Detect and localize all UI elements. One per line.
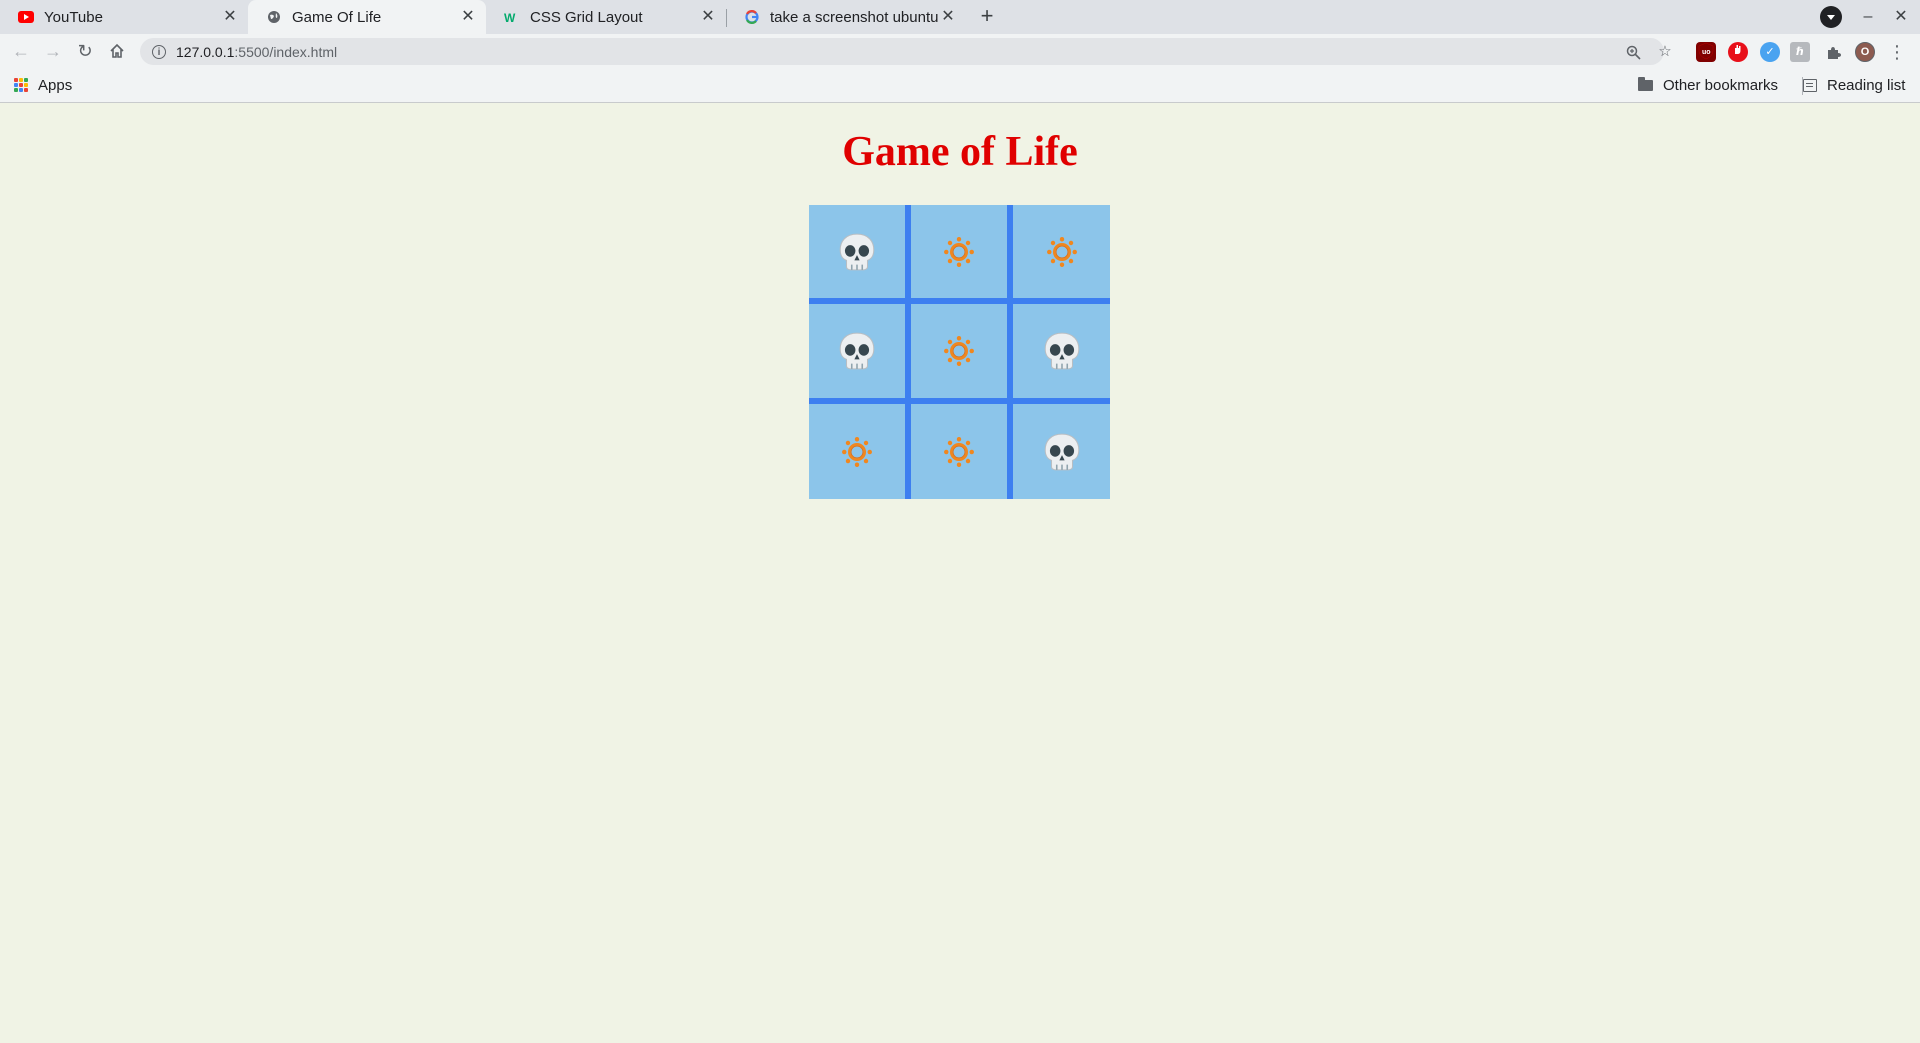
close-tab-icon[interactable]: ✕	[940, 9, 956, 25]
home-icon[interactable]	[105, 39, 129, 63]
url-host: 127.0.0.1	[176, 43, 235, 60]
url-path: :5500/index.html	[234, 43, 338, 60]
grammar-check-icon[interactable]: ✓	[1760, 42, 1780, 62]
skull-icon	[836, 231, 878, 273]
w3schools-icon: W	[504, 9, 520, 25]
info-icon[interactable]: i	[152, 44, 166, 59]
grid-cell-r2-c3[interactable]	[1013, 304, 1110, 398]
svg-text:W: W	[504, 11, 516, 23]
tab-css-grid-layout[interactable]: W CSS Grid Layout ✕	[486, 0, 726, 34]
grid-cell-r2-c2[interactable]	[911, 304, 1007, 398]
sun-icon	[840, 435, 874, 469]
grid-cell-r2-c1[interactable]	[809, 304, 905, 398]
ublock-icon[interactable]: uo	[1696, 42, 1716, 62]
sun-icon	[942, 435, 976, 469]
close-tab-icon[interactable]: ✕	[222, 9, 238, 25]
skull-icon	[836, 330, 878, 372]
tab-title: CSS Grid Layout	[530, 8, 643, 26]
apps-label: Apps	[38, 76, 73, 94]
skull-icon	[1041, 330, 1083, 372]
apps-grid-icon	[14, 78, 28, 92]
new-tab-button[interactable]: +	[974, 4, 1000, 30]
profile-avatar[interactable]: O	[1855, 42, 1875, 62]
adblock-icon[interactable]	[1728, 42, 1748, 62]
reading-list-label: Reading list	[1827, 76, 1906, 94]
google-icon	[744, 9, 760, 25]
close-tab-icon[interactable]: ✕	[460, 9, 476, 25]
back-arrow-icon[interactable]: ←	[9, 39, 33, 63]
zoom-icon[interactable]	[1622, 41, 1644, 63]
grid-cell-r3-c3[interactable]	[1013, 404, 1110, 499]
menu-kebab-icon[interactable]: ⋮	[1886, 41, 1908, 63]
extensions-puzzle-icon[interactable]	[1822, 41, 1844, 63]
reading-list[interactable]: Reading list	[1803, 68, 1905, 102]
tab-strip: YouTube ✕ Game Of Life ✕ W CSS Grid Layo…	[0, 0, 1920, 34]
life-grid	[809, 205, 1110, 499]
skull-icon	[1041, 431, 1083, 473]
other-bookmarks[interactable]: Other bookmarks	[1638, 68, 1778, 102]
tab-game-of-life[interactable]: Game Of Life ✕	[248, 0, 486, 34]
tab-youtube[interactable]: YouTube ✕	[0, 0, 248, 34]
forward-arrow-icon[interactable]: →	[41, 39, 65, 63]
grid-cell-r3-c2[interactable]	[911, 404, 1007, 499]
grid-cell-r1-c2[interactable]	[911, 205, 1007, 298]
youtube-icon	[18, 9, 34, 25]
grid-cell-r3-c1[interactable]	[809, 404, 905, 499]
tab-title: Game Of Life	[292, 8, 382, 26]
grid-cell-r1-c3[interactable]	[1013, 205, 1110, 298]
bookmarks-bar: Apps Other bookmarks Reading list	[0, 68, 1920, 103]
tab-search-button[interactable]	[1820, 6, 1842, 28]
bookmark-star-icon[interactable]: ☆	[1654, 41, 1676, 63]
folder-icon	[1638, 76, 1653, 91]
close-window-icon[interactable]: ✕	[1890, 6, 1912, 28]
tab-google-search[interactable]: take a screenshot ubuntu ✕	[726, 0, 966, 34]
globe-icon	[266, 9, 282, 25]
other-bookmarks-label: Other bookmarks	[1663, 76, 1779, 94]
reading-list-icon	[1803, 78, 1817, 92]
page-title: Game of Life	[842, 129, 1078, 175]
reload-icon[interactable]: ↻	[73, 39, 97, 63]
extension-tile-icon[interactable]: ℏ	[1790, 42, 1810, 62]
minimize-icon[interactable]: –	[1857, 6, 1879, 28]
close-tab-icon[interactable]: ✕	[700, 9, 716, 25]
tab-title: take a screenshot ubuntu	[770, 8, 939, 26]
address-bar[interactable]: i 127.0.0.1:5500/index.html	[140, 38, 1664, 65]
sun-icon	[942, 334, 976, 368]
svg-text:uo: uo	[1702, 49, 1711, 56]
sun-icon	[942, 235, 976, 269]
sun-icon	[1045, 235, 1079, 269]
apps-bookmark[interactable]: Apps	[14, 68, 72, 102]
tab-title: YouTube	[44, 8, 103, 26]
grid-cell-r1-c1[interactable]	[809, 205, 905, 298]
